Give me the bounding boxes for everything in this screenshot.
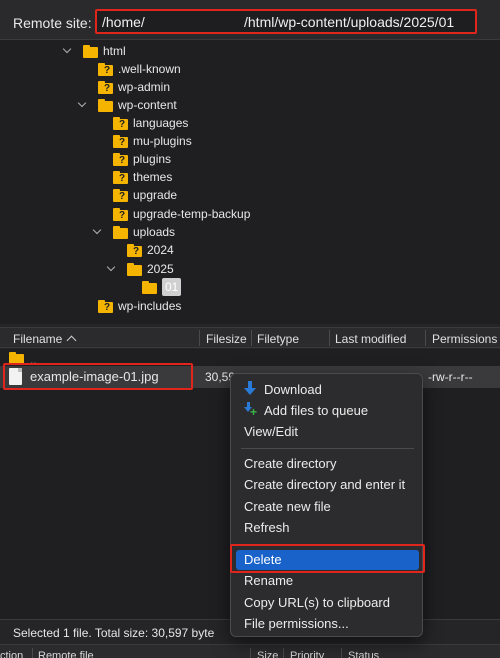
tree-node-languages[interactable]: ? languages	[113, 114, 188, 132]
folder-icon	[113, 225, 128, 239]
folder-unknown-icon: ?	[113, 152, 128, 166]
tree-node-label: mu-plugins	[133, 134, 192, 148]
chevron-down-icon[interactable]	[92, 226, 104, 238]
context-menu: Download + Add files to queue View/Edit C…	[230, 373, 423, 637]
menu-item-file-permissions[interactable]: File permissions...	[236, 614, 419, 634]
queue-column-remote-file[interactable]: Remote file	[38, 650, 94, 658]
menu-item-download[interactable]: Download	[236, 380, 419, 400]
tree-node-wp-content[interactable]: wp-content	[77, 96, 177, 114]
folder-unknown-icon: ?	[113, 170, 128, 184]
menu-item-refresh[interactable]: Refresh	[236, 518, 419, 538]
folder-unknown-icon: ?	[113, 207, 128, 221]
queue-column-direction[interactable]: ction	[0, 650, 23, 658]
folder-unknown-icon: ?	[98, 62, 113, 76]
queue-column-size[interactable]: Size	[257, 650, 278, 658]
tree-node-html[interactable]: html	[62, 42, 126, 60]
tree-node-label: wp-admin	[118, 80, 171, 94]
chevron-down-icon[interactable]	[106, 263, 118, 275]
column-filesize[interactable]: Filesize	[206, 332, 247, 346]
menu-item-view-edit[interactable]: View/Edit	[236, 422, 419, 442]
menu-separator	[241, 448, 414, 449]
chevron-down-icon[interactable]	[62, 45, 74, 57]
chevron-down-icon[interactable]	[77, 99, 89, 111]
menu-item-create-directory-enter[interactable]: Create directory and enter it	[236, 475, 419, 495]
folder-unknown-icon: ?	[113, 134, 128, 148]
file-permissions: -rw-r--r--	[428, 370, 473, 384]
download-icon	[244, 381, 256, 395]
column-permissions[interactable]: Permissions	[432, 332, 497, 346]
menu-item-add-to-queue[interactable]: + Add files to queue	[236, 401, 419, 421]
add-queue-icon: +	[244, 402, 258, 418]
column-filetype[interactable]: Filetype	[257, 332, 299, 346]
tree-node-label: plugins	[133, 152, 172, 166]
menu-item-create-new-file[interactable]: Create new file	[236, 497, 419, 517]
folder-icon	[83, 44, 98, 58]
queue-header: ction Remote file Size Priority Status	[0, 644, 500, 658]
remote-site-bar: Remote site: /home/ /html/wp-content/upl…	[0, 0, 500, 40]
tree-node-label: html	[103, 44, 126, 58]
tree-node-label: upgrade-temp-backup	[133, 207, 251, 221]
tree-node-well-known[interactable]: ? .well-known	[98, 60, 181, 78]
remote-site-label: Remote site:	[13, 15, 92, 31]
tree-node-label: wp-includes	[118, 299, 182, 313]
tree-node-upgrade[interactable]: ? upgrade	[113, 186, 177, 204]
menu-item-create-directory[interactable]: Create directory	[236, 454, 419, 474]
tree-node-label: .well-known	[118, 62, 181, 76]
tree-node-wp-admin[interactable]: ? wp-admin	[98, 78, 170, 96]
queue-column-priority[interactable]: Priority	[290, 650, 324, 658]
tree-node-label: wp-content	[118, 98, 177, 112]
folder-unknown-icon: ?	[98, 80, 113, 94]
tree-node-uploads[interactable]: uploads	[92, 223, 175, 241]
tree-node-label: themes	[133, 170, 173, 184]
file-list-header: Filename Filesize Filetype Last modified…	[0, 327, 500, 348]
folder-unknown-icon: ?	[113, 188, 128, 202]
folder-unknown-icon: ?	[113, 116, 128, 130]
tree-node-label: upgrade	[133, 188, 178, 202]
status-text: Selected 1 file. Total size: 30,597 byte	[13, 626, 215, 640]
menu-item-copy-url[interactable]: Copy URL(s) to clipboard	[236, 593, 419, 613]
tree-node-themes[interactable]: ? themes	[113, 168, 172, 186]
tree-node-label: languages	[133, 116, 189, 130]
tree-node-mu-plugins[interactable]: ? mu-plugins	[113, 132, 192, 150]
menu-item-rename[interactable]: Rename	[236, 571, 419, 591]
tree-node-upgrade-temp-backup[interactable]: ? upgrade-temp-backup	[113, 205, 250, 223]
folder-icon	[127, 262, 142, 276]
remote-path-start: /home/	[102, 14, 145, 30]
queue-column-status[interactable]: Status	[348, 650, 379, 658]
remote-path-end: /html/wp-content/uploads/2025/01	[244, 14, 455, 30]
folder-unknown-icon: ?	[98, 299, 113, 313]
tree-node-label-selected: 01	[162, 278, 182, 296]
column-last-modified[interactable]: Last modified	[335, 332, 406, 346]
filename-highlight-box	[3, 363, 193, 390]
delete-highlight-box	[230, 544, 425, 573]
folder-icon	[142, 280, 157, 294]
tree-node-label: 2024	[147, 243, 174, 257]
folder-unknown-icon: ?	[127, 243, 142, 257]
tree-node-wp-includes[interactable]: ? wp-includes	[98, 297, 181, 315]
remote-directory-tree: html ? .well-known ? wp-admin wp-content…	[0, 40, 500, 324]
remote-path-input[interactable]: /home/ /html/wp-content/uploads/2025/01	[95, 9, 477, 34]
tree-node-01[interactable]: 01	[142, 278, 182, 296]
tree-node-2024[interactable]: ? 2024	[127, 241, 174, 259]
sort-ascending-icon	[66, 335, 77, 346]
folder-icon	[98, 98, 113, 112]
tree-node-2025[interactable]: 2025	[106, 260, 174, 278]
tree-node-label: 2025	[147, 262, 174, 276]
tree-node-plugins[interactable]: ? plugins	[113, 150, 171, 168]
column-filename[interactable]: Filename	[13, 332, 77, 346]
tree-node-label: uploads	[133, 225, 176, 239]
